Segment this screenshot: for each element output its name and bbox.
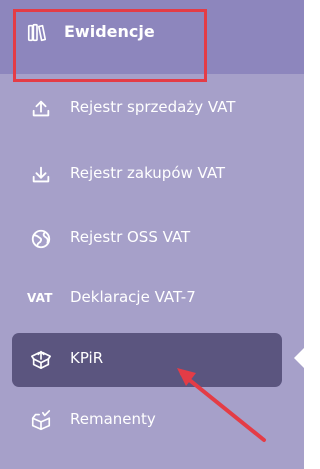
active-pointer <box>294 338 314 378</box>
nav-label: KPiR <box>70 349 104 367</box>
vat-text-icon: VAT <box>27 291 53 305</box>
download-icon <box>32 166 50 183</box>
annotation-highlight-box <box>13 9 207 82</box>
nav-label: Remanenty <box>70 410 156 428</box>
globe-icon <box>31 229 51 249</box>
nav-label: Rejestr sprzedaży VAT <box>70 98 236 116</box>
nav-item-deklaracje-vat-7[interactable]: VAT Deklaracje VAT-7 <box>0 274 304 324</box>
open-box-icon <box>31 350 51 369</box>
nav-item-rejestr-oss-vat[interactable]: Rejestr OSS VAT <box>0 214 304 264</box>
nav-label: Deklaracje VAT-7 <box>70 288 196 306</box>
nav-item-rejestr-sprzedazy-vat[interactable]: Rejestr sprzedaży VAT <box>0 84 304 134</box>
nav-label: Rejestr zakupów VAT <box>70 164 226 182</box>
nav-label: Rejestr OSS VAT <box>70 228 191 246</box>
annotation-arrow <box>177 368 266 442</box>
upload-icon <box>32 100 50 117</box>
nav-item-rejestr-zakupow-vat[interactable]: Rejestr zakupów VAT <box>0 150 304 200</box>
box-check-icon <box>31 410 51 431</box>
